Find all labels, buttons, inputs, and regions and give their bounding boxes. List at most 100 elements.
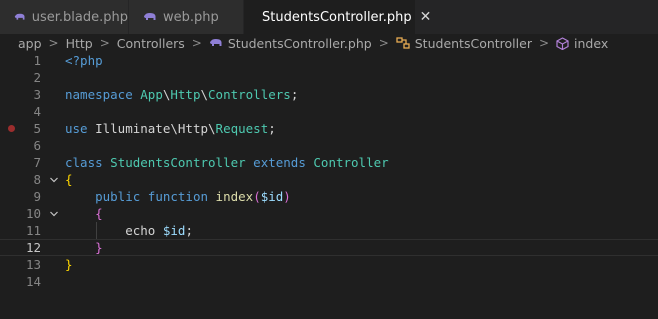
code-text: } — [65, 256, 73, 273]
code-line[interactable]: 10 { — [0, 205, 658, 222]
tab-label: user.blade.php — [31, 9, 128, 25]
code-text: use Illuminate\Http\Request; — [65, 120, 276, 137]
code-text: { — [65, 205, 103, 222]
chevron-down-icon[interactable] — [49, 205, 59, 223]
code-token: ; — [185, 223, 193, 238]
code-token: namespace — [65, 87, 133, 102]
breadcrumb-file-label: StudentsController.php — [227, 35, 372, 51]
breadcrumb-class-label: StudentsController — [414, 35, 532, 51]
breadcrumb-item-http[interactable]: Http — [66, 36, 93, 51]
line-number: 11 — [25, 223, 41, 238]
breadcrumb-item-method[interactable]: index — [556, 36, 608, 51]
breadcrumb-separator: > — [48, 36, 59, 50]
code-area[interactable]: 1 <?php 2 3 namespace App\Http\Controllers; 4… — [0, 52, 658, 319]
code-token: { — [65, 172, 73, 187]
code-line[interactable]: 3 namespace App\Http\Controllers; — [0, 86, 658, 103]
code-token: } — [95, 240, 103, 255]
code-line[interactable]: 9 public function index($id) — [0, 188, 658, 205]
tab-user-blade-php[interactable]: user.blade.php — [0, 0, 129, 34]
code-token: ; — [268, 121, 276, 136]
code-line[interactable]: 13} — [0, 256, 658, 273]
breadcrumb-item-class[interactable]: StudentsController — [396, 36, 532, 51]
breakpoint-icon[interactable] — [8, 125, 15, 132]
code-line[interactable]: 14 — [0, 273, 658, 290]
php-elephant-icon — [144, 12, 156, 20]
php-elephant-icon — [209, 38, 222, 46]
code-token: $id — [162, 223, 186, 238]
code-line[interactable]: 7 class StudentsController extends Contro… — [0, 154, 658, 171]
code-token: function — [147, 189, 209, 204]
line-number: 1 — [33, 53, 41, 68]
php-elephant-icon — [14, 13, 25, 20]
code-editor-window: user.blade.php web.php StudentsControlle… — [0, 0, 658, 319]
tab-web-php[interactable]: web.php — [129, 0, 244, 34]
code-token: echo — [125, 223, 156, 238]
code-line[interactable]: 6 — [0, 137, 658, 154]
line-number: 10 — [25, 206, 41, 221]
breadcrumb-item-app[interactable]: app — [18, 36, 42, 51]
line-number: 4 — [33, 104, 41, 119]
breadcrumb-separator: > — [538, 36, 550, 50]
code-text: namespace App\Http\Controllers; — [65, 86, 298, 103]
line-number: 13 — [25, 257, 41, 272]
code-token: Request — [215, 121, 269, 136]
tab-studentscontroller-php[interactable]: StudentsController.php ✕ — [244, 0, 431, 34]
line-number: 2 — [33, 70, 41, 85]
code-token: StudentsController — [110, 155, 246, 170]
code-text: echo $id; — [65, 222, 193, 239]
code-token: \ — [200, 87, 209, 102]
code-line[interactable]: 11 echo $id; — [0, 222, 658, 239]
code-token: Http — [170, 87, 201, 102]
code-text: public function index($id) — [65, 188, 291, 205]
code-line[interactable]: 5 use Illuminate\Http\Request; — [0, 120, 658, 137]
code-token: \ — [170, 121, 178, 136]
code-token: <?php — [65, 53, 103, 68]
code-token: class — [65, 155, 103, 170]
indent-guide — [96, 222, 97, 239]
code-token: } — [65, 257, 73, 272]
line-number: 14 — [25, 274, 41, 289]
line-number: 6 — [33, 138, 41, 153]
code-token: ( — [253, 189, 261, 204]
line-number: 5 — [33, 121, 41, 136]
code-token: ) — [283, 189, 291, 204]
code-text: <?php — [65, 52, 103, 69]
code-token: Controller — [313, 155, 389, 170]
breadcrumb-separator: > — [99, 36, 110, 50]
class-symbol-icon — [396, 37, 410, 49]
chevron-down-icon[interactable] — [49, 171, 59, 189]
code-token: index — [215, 189, 254, 204]
breadcrumb-separator: > — [191, 36, 202, 50]
breadcrumb-item-file[interactable]: StudentsController.php — [209, 36, 372, 51]
code-token: { — [95, 206, 103, 221]
breadcrumb-method-label: index — [574, 35, 609, 51]
line-number: 12 — [25, 240, 41, 255]
code-line[interactable]: 12 } — [0, 239, 658, 256]
code-token: Controllers — [208, 87, 291, 102]
code-line[interactable]: 2 — [0, 69, 658, 86]
code-token: \ — [208, 121, 216, 136]
breadcrumb-item-controllers[interactable]: Controllers — [117, 36, 185, 51]
line-number: 8 — [33, 172, 41, 187]
breadcrumb-separator: > — [378, 36, 389, 50]
code-line[interactable]: 4 — [0, 103, 658, 120]
code-line[interactable]: 1 <?php — [0, 52, 658, 69]
line-number: 3 — [33, 87, 41, 102]
tab-label: web.php — [163, 9, 219, 25]
code-token: extends — [253, 155, 306, 170]
code-text: { — [65, 171, 73, 188]
code-token: Illuminate — [87, 121, 171, 136]
code-text: class StudentsController extends Control… — [65, 154, 389, 171]
code-token: public — [95, 189, 141, 204]
code-token: Http — [177, 121, 209, 136]
code-token: $id — [260, 189, 284, 204]
line-number: 9 — [33, 189, 41, 204]
line-number: 7 — [33, 155, 41, 170]
breadcrumb: app > Http > Controllers > StudentsContr… — [0, 34, 658, 52]
close-tab-icon[interactable]: ✕ — [420, 10, 432, 24]
code-line[interactable]: 8{ — [0, 171, 658, 188]
